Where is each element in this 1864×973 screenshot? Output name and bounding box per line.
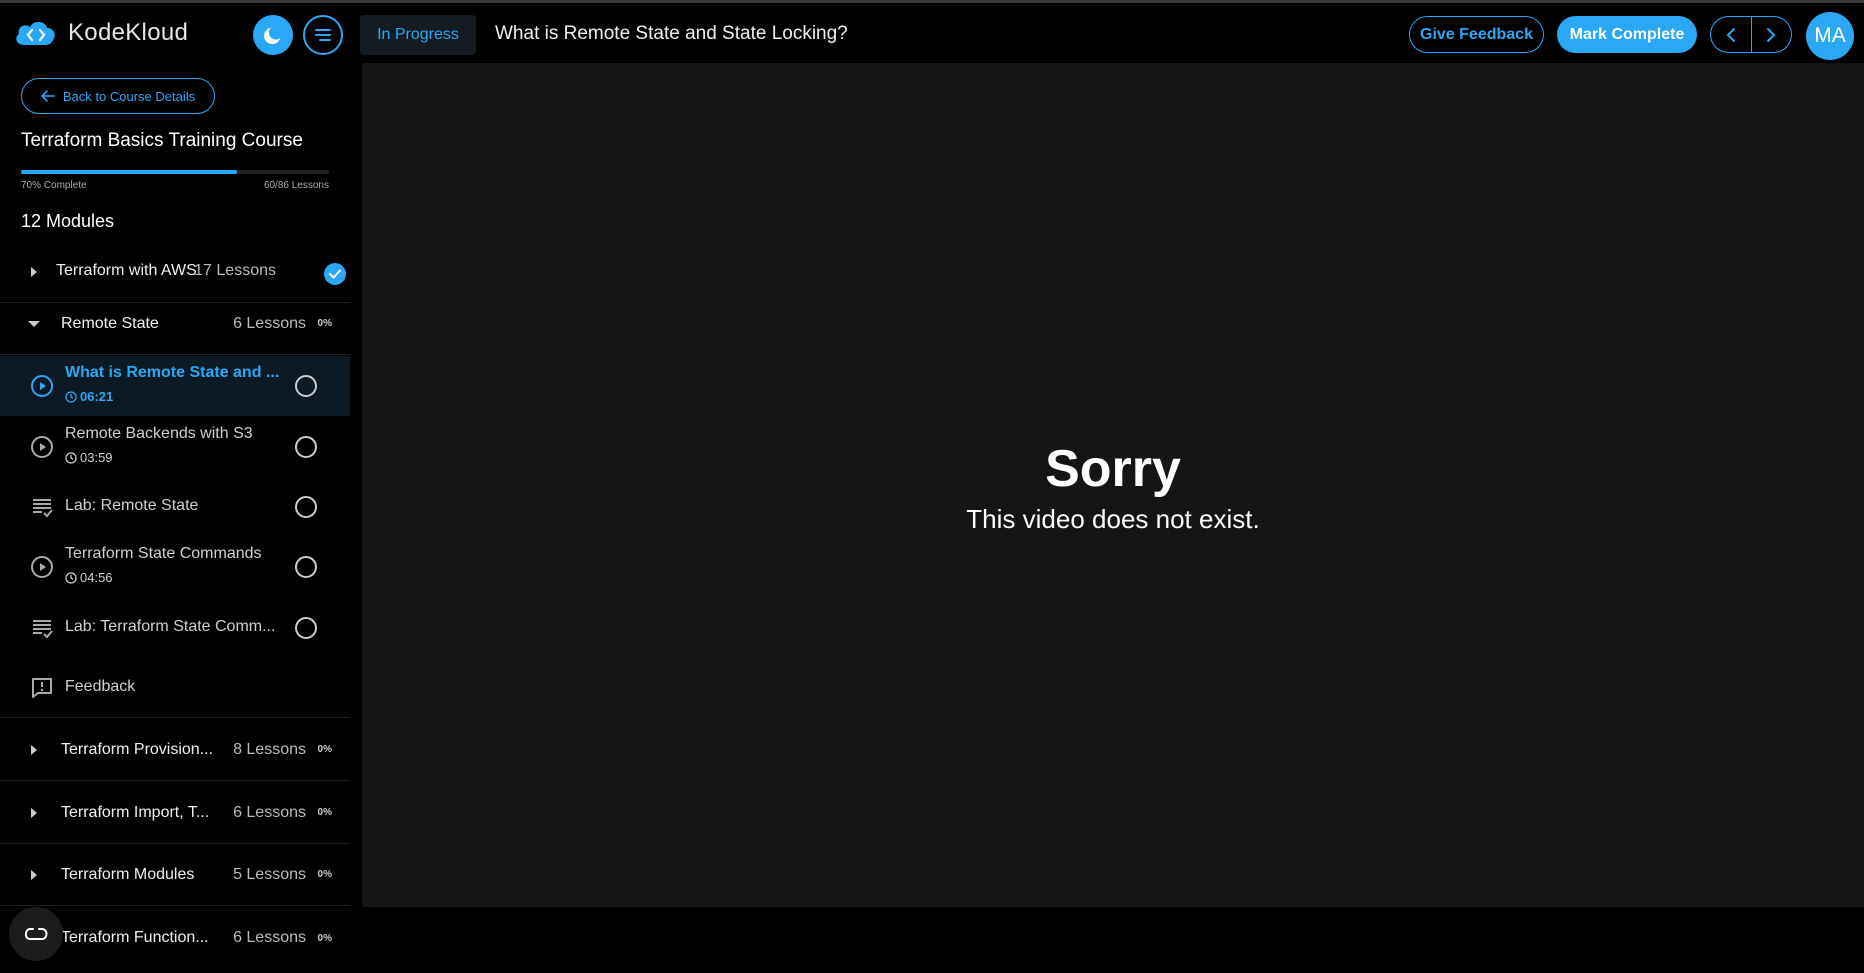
feedback-icon: [32, 677, 52, 698]
module-name: Terraform Provision...: [61, 740, 214, 758]
arrow-left-icon: [40, 90, 55, 102]
module-percent: 0%: [317, 932, 332, 944]
module-lessons-count: 6 Lessons: [233, 314, 306, 332]
lesson-status-icon[interactable]: [295, 436, 317, 458]
module-lessons-count: 6 Lessons: [233, 803, 306, 821]
caret-right-icon: [28, 266, 40, 278]
module-row-remote-state[interactable]: Remote State 6 Lessons 0%: [0, 293, 350, 355]
module-percent: 0%: [317, 869, 332, 880]
module-lessons-count: 6 Lessons: [233, 929, 306, 946]
lesson-name: Terraform State Commands: [65, 545, 262, 562]
lesson-item-active[interactable]: What is Remote State and ... 06:21: [0, 356, 350, 416]
error-title: Sorry: [1045, 440, 1181, 498]
brand-name: KodeKloud: [68, 19, 189, 46]
lesson-duration: 04:56: [65, 570, 113, 585]
completed-check-icon: [324, 263, 346, 285]
chevron-right-icon: [1767, 27, 1776, 42]
lesson-status-icon[interactable]: [295, 496, 317, 518]
caret-down-icon: [28, 318, 40, 330]
module-row[interactable]: Terraform Import, T... 6 Lessons 0%: [0, 782, 350, 844]
lesson-item-feedback[interactable]: Feedback: [0, 658, 350, 718]
lesson-name: Remote Backends with S3: [65, 425, 253, 442]
lesson-name: Lab: Remote State: [65, 497, 199, 514]
lesson-duration: 03:59: [65, 450, 113, 465]
play-circle-icon: [31, 556, 53, 578]
module-lessons-count: 17 Lessons: [194, 262, 276, 279]
mark-complete-button[interactable]: Mark Complete: [1557, 16, 1697, 53]
lesson-name: Feedback: [65, 678, 136, 695]
course-progress-bar: [21, 170, 329, 174]
moon-icon: [264, 27, 281, 45]
user-avatar[interactable]: MA: [1806, 12, 1854, 60]
lesson-name: Lab: Terraform State Comm...: [65, 618, 276, 635]
module-row[interactable]: Terraform Provision... 8 Lessons 0%: [0, 719, 350, 781]
play-circle-icon: [31, 375, 53, 397]
module-lessons-count: 5 Lessons: [233, 865, 306, 883]
back-label: Back to Course Details: [62, 88, 196, 104]
lesson-status-icon[interactable]: [295, 556, 317, 578]
error-message: This video does not exist.: [966, 504, 1260, 534]
modules-count: 12 Modules: [21, 211, 115, 231]
module-name: Terraform Modules: [61, 865, 195, 883]
module-lessons-count: 8 Lessons: [233, 740, 306, 758]
lesson-item[interactable]: Lab: Remote State: [0, 477, 350, 537]
course-progress-fill: [21, 170, 237, 174]
module-name: Terraform Function...: [61, 929, 209, 946]
lesson-time-text: 04:56: [80, 570, 113, 585]
module-name: Remote State: [61, 314, 159, 332]
lesson-time-text: 06:21: [80, 389, 114, 404]
module-percent: 0%: [317, 318, 332, 329]
lesson-nav: [1710, 16, 1792, 53]
next-lesson-button[interactable]: [1750, 17, 1792, 52]
menu-button[interactable]: [303, 15, 343, 55]
menu-lines-icon: [315, 29, 331, 41]
clock-icon: [65, 571, 77, 584]
clock-icon: [65, 451, 77, 464]
lesson-duration: 06:21: [65, 389, 113, 404]
course-sidebar: Back to Course Details Terraform Basics …: [0, 63, 350, 973]
module-percent: 0%: [317, 744, 332, 755]
back-to-course-button[interactable]: Back to Course Details: [21, 78, 215, 114]
caret-right-icon: [28, 869, 40, 881]
lesson-time-text: 03:59: [80, 450, 113, 465]
lesson-item[interactable]: Remote Backends with S3 03:59: [0, 417, 350, 477]
lab-checklist-icon: [33, 620, 53, 639]
module-name: Terraform Import, T...: [61, 803, 210, 821]
module-percent: 0%: [317, 807, 332, 818]
infinity-loop-icon: [24, 928, 48, 940]
previous-lesson-button[interactable]: [1711, 17, 1751, 52]
top-bar: KodeKloud In Progress What is Remote Sta…: [0, 0, 1864, 63]
module-row[interactable]: Terraform Modules 5 Lessons 0%: [0, 844, 350, 906]
lesson-status-icon[interactable]: [295, 375, 317, 397]
lesson-name: What is Remote State and ...: [65, 364, 280, 381]
video-player-area: Sorry This video does not exist.: [362, 63, 1864, 907]
chevron-left-icon: [1726, 27, 1735, 42]
status-badge: In Progress: [360, 15, 476, 55]
progress-percent-label: 70% Complete: [21, 180, 87, 191]
lesson-item[interactable]: Terraform State Commands 04:56: [0, 537, 350, 597]
course-title: Terraform Basics Training Course: [21, 130, 303, 151]
theme-toggle-button[interactable]: [253, 15, 293, 55]
caret-right-icon: [28, 744, 40, 756]
module-name: Terraform with AWS: [56, 262, 197, 279]
progress-lessons-label: 60/86 Lessons: [263, 180, 329, 191]
chat-assistant-button[interactable]: [9, 907, 63, 961]
lab-checklist-icon: [33, 499, 53, 518]
clock-icon: [65, 390, 77, 403]
give-feedback-button[interactable]: Give Feedback: [1409, 16, 1544, 53]
kodekloud-cloud-icon: [16, 21, 55, 45]
page-title: What is Remote State and State Locking?: [495, 23, 848, 44]
brand-logo[interactable]: KodeKloud: [12, 17, 188, 49]
caret-right-icon: [28, 807, 40, 819]
lesson-status-icon[interactable]: [295, 617, 317, 639]
play-circle-icon: [31, 436, 53, 458]
lesson-item[interactable]: Lab: Terraform State Comm...: [0, 598, 350, 658]
